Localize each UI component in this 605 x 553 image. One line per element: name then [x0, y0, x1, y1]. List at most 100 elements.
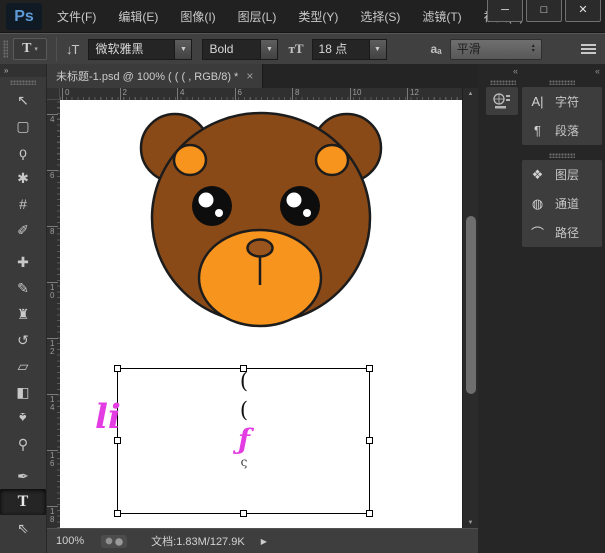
type-tool[interactable]: T — [0, 489, 46, 515]
collapse-panels-icon[interactable]: « — [486, 67, 520, 77]
transform-handle[interactable] — [240, 510, 247, 517]
font-style-select[interactable]: Bold ▼ — [202, 39, 278, 60]
options-bar: T ▾ ↓T 微软雅黑 ▼ Bold ▼ ᴛT 18 点 ▼ aₐ 平滑 ▴▾ — [0, 33, 605, 64]
tool-icon: ✐ — [17, 222, 29, 239]
bear-left-inner-ear — [174, 145, 206, 175]
font-family-select[interactable]: 微软雅黑 ▼ — [88, 39, 192, 60]
document-size-info: 文档:1.83M/127.9K — [151, 533, 245, 549]
scroll-down-icon[interactable]: ▼ — [463, 520, 478, 526]
eye-highlight — [287, 193, 302, 208]
canvas-page[interactable]: li ( ( ƒ ς — [60, 100, 462, 528]
scroll-up-icon[interactable]: ▲ — [463, 88, 478, 101]
menu-select[interactable]: 选择(S) — [349, 8, 411, 25]
menu-edit[interactable]: 编辑(E) — [107, 8, 169, 25]
paragraph-panel-button[interactable]: ¶ 段落 — [522, 116, 602, 145]
font-size-icon: ᴛT — [288, 41, 303, 57]
layers-panel-button[interactable]: ❖ 图层 — [522, 160, 602, 189]
panel-grip[interactable] — [549, 153, 575, 158]
scrollbar-thumb[interactable] — [466, 216, 476, 394]
panel-label: 图层 — [555, 166, 579, 183]
panel-grip[interactable] — [549, 80, 575, 85]
paths-panel-button[interactable]: ⌒ 路径 — [522, 218, 602, 247]
ruler-label: 4 — [47, 114, 58, 170]
dodge-tool[interactable]: ⚲ — [0, 431, 46, 457]
ruler-label: 18 — [47, 506, 58, 528]
minimize-button[interactable]: ─ — [487, 0, 523, 22]
direct-selection-tool[interactable]: ⇖ — [0, 515, 46, 541]
lasso-tool[interactable]: ϙ — [0, 139, 46, 165]
tool-icon: ✒ — [17, 468, 29, 485]
collapse-panels-icon[interactable]: « — [522, 67, 602, 77]
dropdown-arrow-icon[interactable]: ▼ — [175, 39, 192, 60]
transform-handle[interactable] — [114, 437, 121, 444]
maximize-button[interactable]: □ — [526, 0, 562, 22]
dropdown-arrow-icon[interactable]: ▼ — [370, 39, 387, 60]
anti-alias-select[interactable]: 平滑 ▴▾ — [450, 39, 542, 60]
menu-file[interactable]: 文件(F) — [46, 8, 107, 25]
type-panel-group: A| 字符 ¶ 段落 — [522, 87, 602, 145]
status-indicator-icon — [101, 535, 127, 548]
toggle-panels-icon[interactable] — [581, 44, 596, 55]
document-tab[interactable]: 未标题-1.psd @ 100% ( ( ( , RGB/8) * × — [47, 64, 263, 88]
panel-icon: ¶ — [529, 123, 546, 138]
tools-panel: » ↖▢ ϙ ✱# ✐ ✚ ✎ ♜ ↺ ▱ ◧ ♠⚲ ✒ T ⇖ — [0, 64, 47, 553]
menu-type[interactable]: 类型(Y) — [287, 8, 349, 25]
dropdown-arrow-icon[interactable]: ▼ — [261, 39, 278, 60]
tool-icon: ϙ — [19, 144, 27, 160]
text-orientation-icon[interactable]: ↓T — [66, 42, 78, 57]
panel-button-column: « A| 字符 ¶ 段落 ❖ 图层 ◍ 通道 ⌒ 路径 — [522, 67, 602, 247]
character-panel-button[interactable]: A| 字符 — [522, 87, 602, 116]
transform-handle[interactable] — [366, 365, 373, 372]
options-bar-grip[interactable] — [3, 40, 8, 58]
crop-tool[interactable]: # — [0, 191, 46, 217]
transform-handle[interactable] — [114, 365, 121, 372]
healing-brush-tool[interactable]: ✚ — [0, 249, 46, 275]
status-bar: 100% 文档:1.83M/127.9K ▶ — [47, 528, 478, 553]
chevron-down-icon: ▾ — [34, 45, 38, 53]
tool-icon: ◧ — [16, 384, 29, 401]
eye-highlight-small — [303, 209, 311, 217]
tool-icon: ↺ — [17, 332, 29, 349]
tools-panel-grip[interactable] — [10, 80, 36, 85]
eyedropper-tool[interactable]: ✐ — [0, 217, 46, 243]
move-tool[interactable]: ↖ — [0, 87, 46, 113]
pen-tool[interactable]: ✒ — [0, 463, 46, 489]
close-icon[interactable]: × — [246, 69, 253, 83]
font-style-value[interactable]: Bold — [202, 39, 261, 60]
tool-icon: ▱ — [18, 358, 29, 375]
font-family-value[interactable]: 微软雅黑 — [88, 39, 175, 60]
transform-handle[interactable] — [114, 510, 121, 517]
type-tool-preset-button[interactable]: T ▾ — [13, 38, 47, 60]
magic-wand-tool[interactable]: ✱ — [0, 165, 46, 191]
menu-image[interactable]: 图像(I) — [169, 8, 226, 25]
brush-tool[interactable]: ✎ — [0, 275, 46, 301]
marquee-tool[interactable]: ▢ — [0, 113, 46, 139]
font-size-select[interactable]: 18 点 ▼ — [312, 39, 387, 60]
tool-icon: T — [18, 493, 29, 511]
text-layer-left-glyphs: li — [95, 397, 121, 437]
vertical-scrollbar[interactable]: ▲ ▼ — [462, 88, 478, 528]
bear-nose — [248, 240, 273, 257]
channels-panel-button[interactable]: ◍ 通道 — [522, 189, 602, 218]
tool-icon: ✎ — [17, 280, 29, 297]
status-options-arrow-icon[interactable]: ▶ — [261, 537, 267, 546]
clone-stamp-tool[interactable]: ♜ — [0, 301, 46, 327]
transform-handle[interactable] — [366, 510, 373, 517]
transform-handle[interactable] — [366, 437, 373, 444]
close-button[interactable]: ✕ — [565, 0, 601, 22]
history-brush-tool[interactable]: ↺ — [0, 327, 46, 353]
font-size-value[interactable]: 18 点 — [312, 39, 370, 60]
panel-grip[interactable] — [490, 80, 516, 85]
tool-icon: ⇖ — [17, 520, 29, 537]
tool-icon: ♜ — [17, 306, 30, 323]
3d-materials-panel-button[interactable] — [486, 87, 518, 115]
menu-layer[interactable]: 图层(L) — [227, 8, 288, 25]
zoom-level-field[interactable]: 100% — [56, 535, 84, 547]
paint-bucket-tool[interactable]: ◧ — [0, 379, 46, 405]
tools-panel-collapse-button[interactable]: » — [0, 64, 46, 77]
eraser-tool[interactable]: ▱ — [0, 353, 46, 379]
menu-filter[interactable]: 滤镜(T) — [411, 8, 472, 25]
blur-tool[interactable]: ♠ — [0, 405, 46, 431]
canvas-region: 02468101214 4681012141618 — [47, 88, 478, 553]
vertical-ruler: 4681012141618 — [47, 100, 60, 528]
